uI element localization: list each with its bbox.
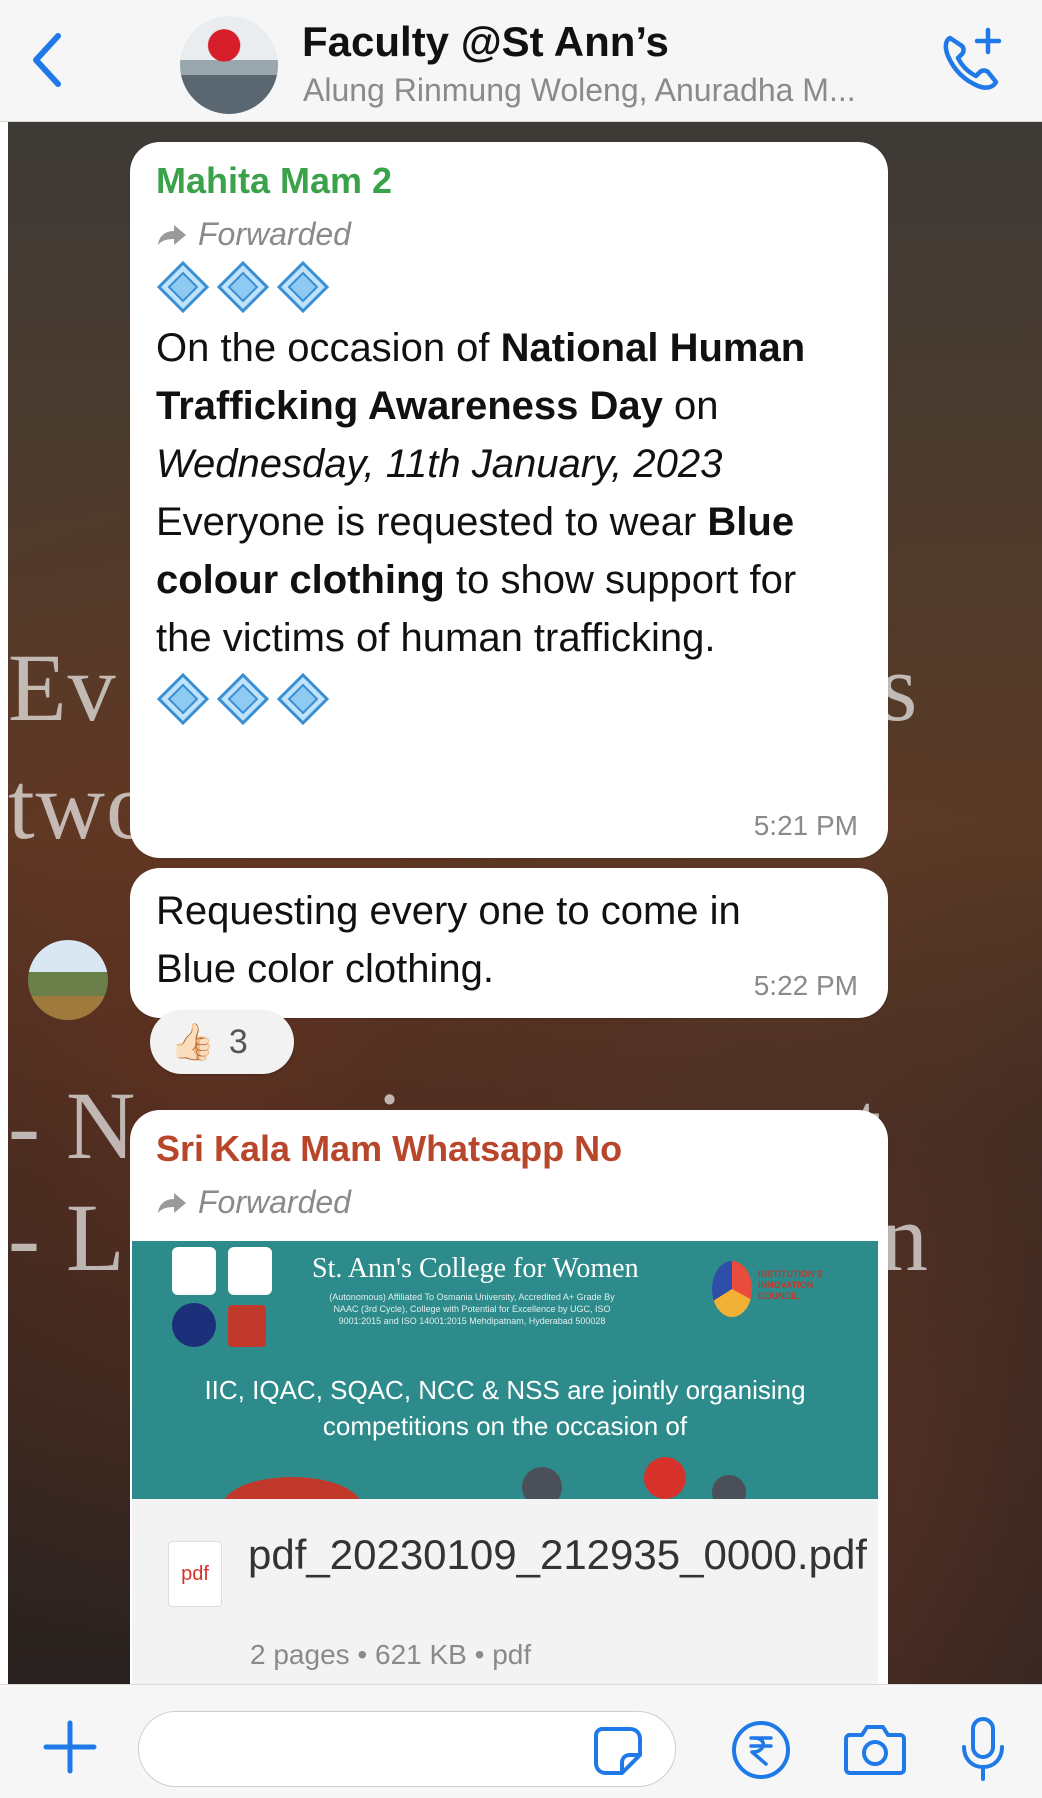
logo-icon	[228, 1247, 272, 1295]
sender-name[interactable]: Sri Kala Mam Whatsapp No	[156, 1128, 862, 1170]
diamond-emoji-icon	[276, 260, 330, 314]
poster-occasion: competitions on the occasion of	[322, 1411, 688, 1441]
poster-organisers: IIC, IQAC, SQAC, NCC & NSS are jointly o…	[204, 1375, 806, 1405]
message-time: 5:22 PM	[753, 970, 858, 1001]
diamond-emoji-icon	[276, 672, 330, 726]
chat-header: Faculty @St Ann’s Alung Rinmung Woleng, …	[0, 0, 1042, 122]
poster-college-name: St. Ann's College for Women	[312, 1253, 639, 1284]
document-preview[interactable]: St. Ann's College for Women (Autonomous)…	[132, 1241, 878, 1499]
iic-logo-icon	[712, 1261, 752, 1317]
forward-icon	[158, 224, 186, 245]
poster-decoration	[644, 1457, 686, 1499]
poster-affiliation: (Autonomous) Affiliated To Osmania Unive…	[329, 1292, 615, 1326]
diamond-emoji-row	[156, 671, 862, 727]
diamond-emoji-icon	[216, 672, 270, 726]
poster-decoration	[222, 1477, 362, 1499]
iic-label: INSTITUTION'S INNOVATION COUNCIL	[758, 1269, 823, 1301]
diamond-emoji-icon	[216, 260, 270, 314]
poster-decoration	[522, 1467, 562, 1499]
group-avatar[interactable]	[180, 16, 278, 114]
sender-name[interactable]: Mahita Mam 2	[156, 160, 862, 202]
message-bubble[interactable]: Mahita Mam 2 Forwarded On the occasion o…	[130, 142, 888, 858]
group-members[interactable]: Alung Rinmung Woleng, Anuradha M...	[303, 72, 913, 109]
plus-icon[interactable]	[40, 1717, 100, 1777]
wallpaper-text: Ev	[8, 634, 117, 741]
group-title[interactable]: Faculty @St Ann’s	[302, 18, 669, 66]
sticker-icon[interactable]	[590, 1723, 646, 1779]
logo-icon	[228, 1305, 266, 1347]
thumbs-up-icon: 👍🏻	[170, 1021, 215, 1062]
microphone-icon[interactable]	[958, 1715, 1008, 1785]
message-text[interactable]: On the occasion of National Human Traffi…	[156, 319, 862, 667]
message-bubble[interactable]: Requesting every one to come in Blue col…	[130, 868, 888, 1018]
wallpaper-text: - L	[8, 1184, 126, 1291]
document-meta: 2 pages • 621 KB • pdf	[250, 1639, 532, 1670]
poster-decoration	[712, 1475, 746, 1499]
composer-bar	[0, 1684, 1042, 1798]
logo-icon	[172, 1247, 216, 1295]
forwarded-label: Forwarded	[156, 216, 862, 253]
document-name[interactable]: pdf_20230109_212935_0000.pdf	[248, 1529, 867, 1581]
diamond-emoji-icon	[156, 260, 210, 314]
add-call-icon[interactable]	[936, 26, 1006, 96]
reaction-count: 3	[228, 1022, 248, 1061]
reaction-badge[interactable]: 👍🏻 3	[150, 1010, 294, 1074]
chevron-left-icon[interactable]	[28, 30, 68, 90]
logo-icon	[172, 1303, 216, 1347]
pdf-file-icon: pdf	[168, 1541, 222, 1607]
camera-icon[interactable]	[842, 1721, 908, 1779]
diamond-emoji-row	[156, 259, 862, 315]
message-time: 5:21 PM	[753, 810, 858, 841]
forward-icon	[158, 1192, 186, 1213]
diamond-emoji-icon	[156, 672, 210, 726]
forwarded-label: Forwarded	[156, 1184, 862, 1221]
document-attachment[interactable]: pdf pdf_20230109_212935_0000.pdf 2 pages…	[132, 1499, 878, 1684]
rupee-payment-icon[interactable]	[730, 1719, 792, 1781]
sender-avatar[interactable]	[28, 940, 108, 1020]
message-text[interactable]: Requesting every one to come in Blue col…	[156, 882, 816, 998]
